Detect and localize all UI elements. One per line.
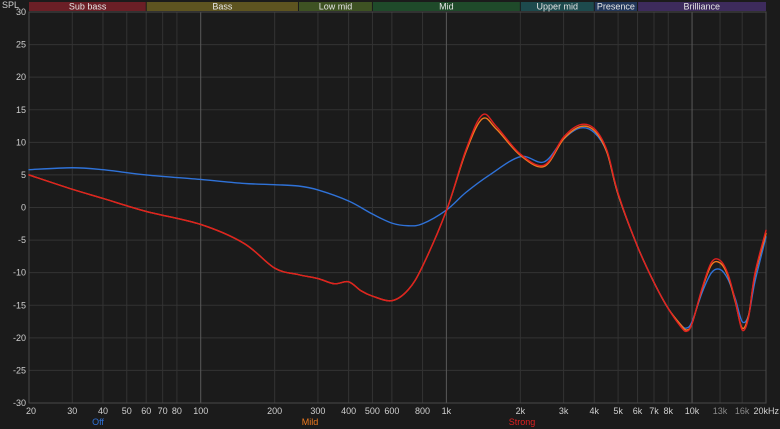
legend-item-off: Off [92, 417, 104, 427]
y-tick-label: -5 [18, 235, 26, 245]
x-tick-label: 500 [365, 406, 380, 416]
x-tick-label: 70 [158, 406, 168, 416]
y-tick-label: 10 [16, 137, 26, 147]
x-tick-label: 10k [685, 406, 700, 416]
y-tick-label: -30 [13, 398, 26, 408]
x-tick-label: 600 [384, 406, 399, 416]
x-tick-label: 1k [442, 406, 452, 416]
frequency-band-bar: Sub bass Bass Low mid Mid Upper mid Presence B… [29, 2, 766, 12]
x-tick-label: 50 [122, 406, 132, 416]
x-tick-label: 20kHz [753, 406, 779, 416]
x-tick-label: 300 [310, 406, 325, 416]
y-tick-label: 25 [16, 40, 26, 50]
x-tick-label: 2k [516, 406, 526, 416]
band-label: Low mid [319, 2, 353, 12]
legend-item-mild: Mild [302, 417, 319, 427]
x-tick-label: 60 [141, 406, 151, 416]
chart-background [0, 0, 780, 429]
x-tick-label: 100 [193, 406, 208, 416]
x-tick-label: 5k [613, 406, 623, 416]
y-tick-label: -25 [13, 365, 26, 375]
x-tick-label: 16k [735, 406, 750, 416]
y-tick-label: 20 [16, 72, 26, 82]
y-tick-label: -20 [13, 333, 26, 343]
x-tick-label: 200 [267, 406, 282, 416]
x-tick-label: 4k [590, 406, 600, 416]
y-tick-label: 15 [16, 105, 26, 115]
y-tick-label: 0 [21, 203, 26, 213]
x-tick-label: 40 [98, 406, 108, 416]
y-tick-label: -15 [13, 300, 26, 310]
y-axis-label: SPL [2, 0, 19, 10]
x-tick-label: 80 [172, 406, 182, 416]
x-tick-label: 7k [649, 406, 659, 416]
x-tick-label: 8k [663, 406, 673, 416]
band-label: Upper mid [537, 2, 579, 12]
band-label: Bass [212, 2, 233, 12]
band-label: Mid [439, 2, 454, 12]
x-tick-label: 6k [633, 406, 643, 416]
x-tick-label: 20 [26, 406, 36, 416]
x-tick-label: 30 [67, 406, 77, 416]
band-label: Presence [597, 2, 635, 12]
x-tick-label: 800 [415, 406, 430, 416]
legend-item-strong: Strong [509, 417, 536, 427]
x-tick-label: 13k [713, 406, 728, 416]
band-label: Brilliance [684, 2, 721, 12]
frequency-response-chart: Sub bass Bass Low mid Mid Upper mid Presence B… [0, 0, 780, 429]
x-tick-label: 400 [341, 406, 356, 416]
band-label: Sub bass [69, 2, 107, 12]
x-tick-label: 3k [559, 406, 569, 416]
y-tick-label: 5 [21, 170, 26, 180]
y-tick-label: -10 [13, 268, 26, 278]
